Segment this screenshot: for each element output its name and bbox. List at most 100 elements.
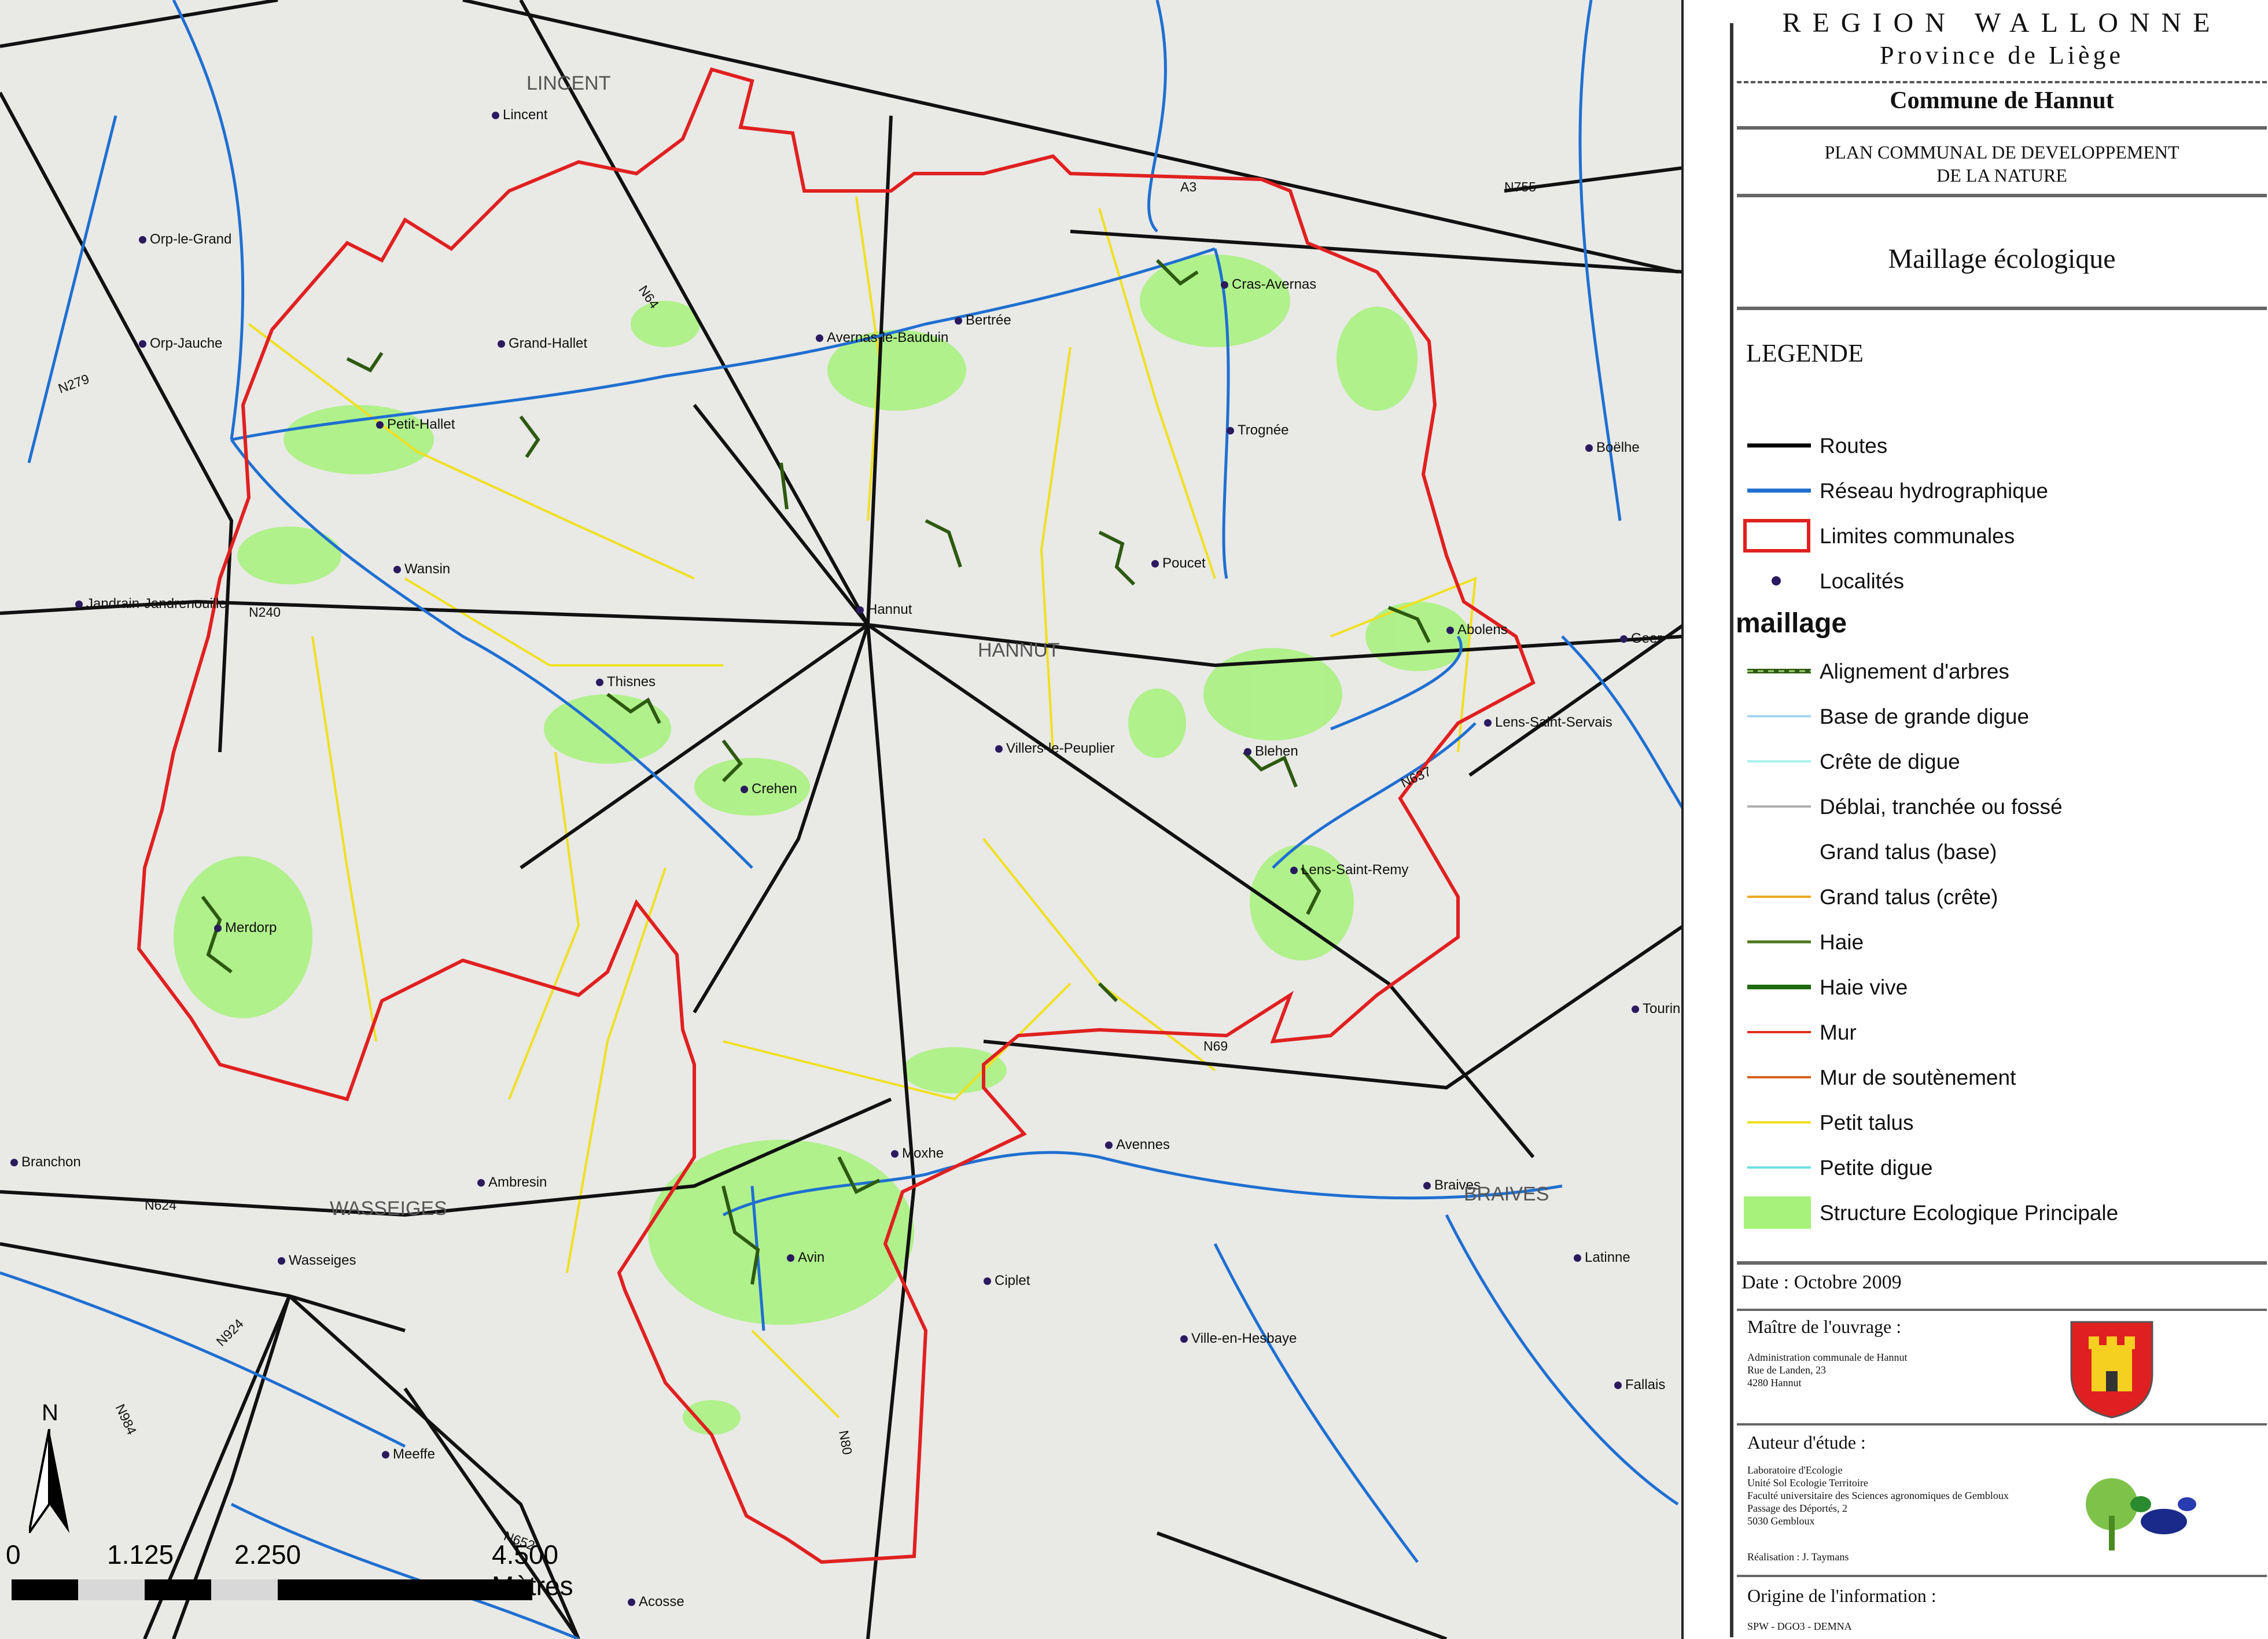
legend-line-icon: [1747, 1031, 1811, 1033]
legend-group-title: maillage: [1736, 608, 1847, 639]
locality-dot: [139, 340, 146, 348]
locality-dot: [1227, 427, 1234, 435]
locality-dot: [1290, 867, 1298, 875]
legend-line-icon: [1747, 805, 1811, 808]
north-label: N: [42, 1400, 58, 1426]
locality-villers-le-peuplier[interactable]: Villers-le-Peuplier: [995, 741, 1115, 757]
locality-ville-en-hesbaye[interactable]: Ville-en-Hesbaye: [1180, 1331, 1297, 1347]
locality-avin[interactable]: Avin: [787, 1250, 824, 1266]
locality-meeffe[interactable]: Meeffe: [382, 1446, 435, 1463]
divider: [1737, 81, 2267, 83]
legend-line-icon: [1747, 896, 1811, 898]
locality-wansin[interactable]: Wansin: [393, 561, 450, 577]
map-area[interactable]: Lincent Orp-le-Grand Orp-Jauche Grand-Ha…: [0, 0, 1684, 1639]
side-panel: REGION WALLONNE Province de Liège Commun…: [1730, 0, 2268, 1639]
road-label-n755: N755: [1504, 179, 1536, 194]
commune-boundary: [137, 67, 1536, 1564]
locality-thisnes[interactable]: Thisnes: [596, 674, 656, 690]
divider: [1737, 1309, 2267, 1311]
locality-crehen[interactable]: Crehen: [741, 781, 797, 797]
province-title: Province de Liège: [1879, 41, 2125, 69]
legend-line-icon: [1747, 443, 1811, 448]
locality-poucet[interactable]: Poucet: [1151, 555, 1206, 572]
divider: [1737, 1423, 2267, 1426]
locality-hannut[interactable]: Hannut: [856, 602, 912, 618]
scale-segment: [78, 1579, 145, 1600]
locality-avennes[interactable]: Avennes: [1105, 1137, 1170, 1153]
area-label-hannut: HANNUT: [978, 639, 1060, 661]
locality-avernas-le-bauduin[interactable]: Avernas-le-Bauduin: [816, 330, 948, 346]
locality-bertree[interactable]: Bertrée: [955, 312, 1011, 329]
locality-dot: [278, 1257, 285, 1265]
locality-geer[interactable]: Geer: [1620, 631, 1662, 647]
locality-orp-le-grand[interactable]: Orp-le-Grand: [139, 231, 231, 248]
legend-line-icon: [1747, 985, 1811, 989]
locality-dot: [393, 566, 401, 574]
locality-jandrain-jandrenouille[interactable]: Jandrain-Jandrenouille: [75, 596, 227, 612]
locality-lincent[interactable]: Lincent: [492, 107, 547, 123]
scale-segment: [211, 1579, 278, 1600]
locality-branchon[interactable]: Branchon: [10, 1154, 81, 1170]
locality-blehen[interactable]: Blehen: [1244, 743, 1298, 760]
owner-line: Administration communale de Hannut: [1747, 1351, 1908, 1363]
area-label-wasseiges: WASSEIGES: [330, 1198, 447, 1220]
locality-dot: [1446, 627, 1454, 635]
locality-ambresin[interactable]: Ambresin: [477, 1174, 547, 1191]
scale-label-0: 0: [6, 1539, 21, 1570]
locality-dot: [1180, 1335, 1188, 1343]
locality-moxhe[interactable]: Moxhe: [891, 1146, 944, 1162]
legend-line-icon: [1747, 715, 1811, 717]
divider: [1737, 1575, 2267, 1577]
commune-title: Commune de Hannut: [1890, 87, 2114, 114]
locality-abolens[interactable]: Abolens: [1446, 622, 1508, 638]
scale-segment: [12, 1579, 78, 1600]
legend-item-petite-digue: Petite digue: [1742, 1150, 2251, 1185]
locality-dot: [741, 786, 748, 794]
locality-dot: [955, 317, 962, 325]
locality-dot: [1105, 1141, 1113, 1150]
locality-fallais[interactable]: Fallais: [1614, 1377, 1665, 1393]
source-text: SPW - DGO3 - DEMNA: [1747, 1620, 1852, 1632]
legend-item-base-digue: Base de grande digue: [1742, 699, 2251, 734]
legend-title: LEGENDE: [1746, 339, 1864, 367]
locality-cras-avernas[interactable]: Cras-Avernas: [1221, 277, 1316, 293]
locality-acosse[interactable]: Acosse: [628, 1594, 684, 1610]
north-arrow: N: [29, 1400, 69, 1533]
author-line: Faculté universitaire des Sciences agron…: [1747, 1490, 2009, 1501]
locality-latinne[interactable]: Latinne: [1574, 1250, 1630, 1266]
legend-item-mur-soutenement: Mur de soutènement: [1742, 1060, 2251, 1095]
locality-merdorp[interactable]: Merdorp: [214, 920, 277, 936]
laboratoire-ecologie-logo-icon: [2086, 1478, 2196, 1550]
locality-tourinne[interactable]: Tourinne: [1632, 1001, 1681, 1017]
locality-trognee[interactable]: Trognée: [1227, 422, 1289, 439]
author-line: 5030 Gembloux: [1747, 1515, 1815, 1527]
locality-orp-jauche[interactable]: Orp-Jauche: [139, 336, 222, 352]
locality-lens-saint-servais[interactable]: Lens-Saint-Servais: [1484, 714, 1612, 731]
map-canvas: [0, 0, 1681, 1639]
scale-segment: [278, 1579, 532, 1600]
map-title: Maillage écologique: [1888, 244, 2116, 274]
plan-line2: DE LA NATURE: [1936, 165, 2067, 186]
locality-lens-saint-remy[interactable]: Lens-Saint-Remy: [1290, 862, 1408, 878]
scale-bar: 0 1.125 2.250 4.500 Mètres: [6, 1539, 573, 1614]
locality-wasseiges[interactable]: Wasseiges: [278, 1253, 356, 1269]
locality-dot: [492, 112, 499, 120]
locality-dot: [1614, 1382, 1622, 1390]
source-title: Origine de l'information :: [1747, 1585, 1936, 1606]
locality-grand-hallet[interactable]: Grand-Hallet: [498, 336, 587, 352]
legend-item-mur: Mur: [1742, 1015, 2251, 1049]
locality-boelhe[interactable]: Boëlhe: [1585, 440, 1640, 456]
author-line: Unité Sol Ecologie Territoire: [1747, 1477, 1868, 1489]
legend-item-grand-talus-base: Grand talus (base): [1742, 834, 2251, 869]
locality-petit-hallet[interactable]: Petit-Hallet: [376, 417, 455, 433]
legend-item-sep: Structure Ecologique Principale: [1742, 1195, 2251, 1230]
legend-line-icon: [1747, 488, 1811, 493]
locality-dot: [376, 421, 384, 429]
legend-line-icon: [1747, 1166, 1811, 1169]
realisation-label: Réalisation : J. Taymans: [1747, 1551, 1849, 1563]
divider: [1737, 194, 2267, 197]
locality-ciplet[interactable]: Ciplet: [984, 1273, 1030, 1289]
plan-line1: PLAN COMMUNAL DE DEVELOPPEMENT: [1824, 142, 2179, 163]
legend-fill-icon: [1744, 1196, 1811, 1229]
locality-dot: [477, 1179, 485, 1187]
